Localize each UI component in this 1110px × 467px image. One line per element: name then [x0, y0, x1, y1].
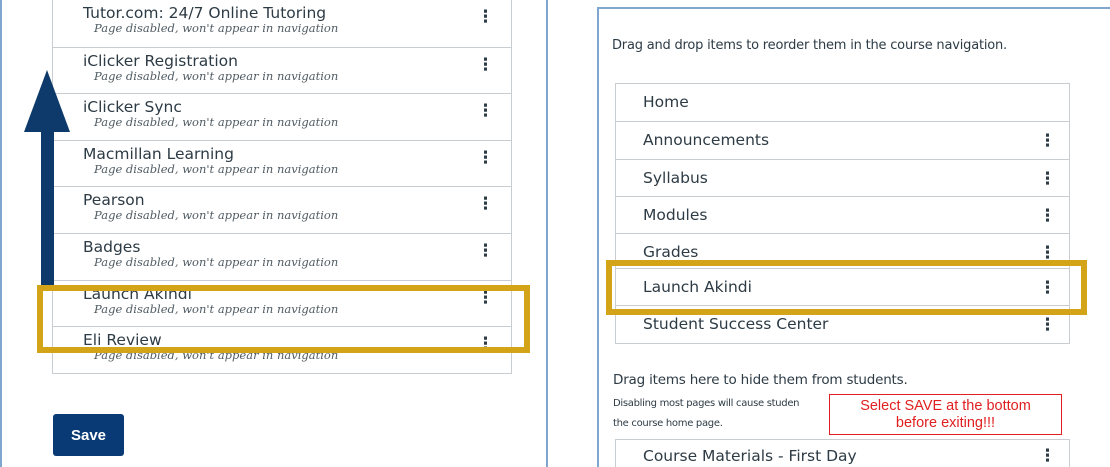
kebab-menu-icon[interactable]: ⋮	[477, 8, 494, 26]
item-status: Page disabled, won't appear in navigatio…	[94, 254, 339, 269]
item-title: Pearson	[83, 191, 145, 210]
kebab-menu-icon[interactable]: ⋮	[477, 242, 494, 260]
save-button[interactable]: Save	[53, 414, 124, 456]
kebab-menu-icon[interactable]: ⋮	[477, 289, 494, 307]
nav-item-label: Modules	[643, 205, 708, 224]
kebab-menu-icon[interactable]: ⋮	[477, 335, 494, 353]
nav-item-launch-akindi[interactable]: Launch Akindi ⋮	[616, 268, 1069, 305]
nav-item-modules[interactable]: Modules ⋮	[616, 195, 1069, 233]
item-status: Page disabled, won't appear in navigatio…	[94, 21, 339, 35]
nav-item-label: Home	[643, 93, 689, 111]
list-item[interactable]: Macmillan Learning Page disabled, won't …	[53, 139, 511, 187]
nav-item-announcements[interactable]: Announcements ⋮	[616, 121, 1069, 158]
kebab-menu-icon[interactable]: ⋮	[1039, 316, 1056, 334]
nav-item-label: Announcements	[643, 131, 770, 150]
nav-item-syllabus[interactable]: Syllabus ⋮	[616, 158, 1069, 196]
item-title: iClicker Registration	[83, 51, 238, 70]
callout-line: before exiting!!!	[895, 415, 996, 431]
nav-item-label: Student Success Center	[643, 315, 829, 334]
up-arrow-annotation-icon	[24, 70, 70, 290]
item-title: Macmillan Learning	[83, 144, 234, 163]
disabling-note: Disabling most pages will cause studen	[613, 398, 800, 409]
reorder-instruction: Drag and drop items to reorder them in t…	[612, 38, 1007, 53]
kebab-menu-icon[interactable]: ⋮	[1039, 279, 1056, 297]
kebab-menu-icon[interactable]: ⋮	[1039, 170, 1056, 188]
hide-instruction: Drag items here to hide them from studen…	[613, 372, 908, 388]
nav-item-label: Syllabus	[643, 168, 708, 187]
kebab-menu-icon[interactable]: ⋮	[477, 149, 494, 167]
item-status: Page disabled, won't appear in navigatio…	[94, 348, 339, 363]
item-title: Badges	[83, 237, 141, 256]
callout-line: Select SAVE at the bottom	[860, 398, 1031, 414]
item-status: Page disabled, won't appear in navigatio…	[94, 208, 339, 223]
nav-item-label: Launch Akindi	[643, 278, 752, 297]
list-item[interactable]: iClicker Sync Page disabled, won't appea…	[53, 93, 511, 140]
list-item[interactable]: Eli Review Page disabled, won't appear i…	[53, 326, 511, 373]
disabled-items-list: Tutor.com: 24/7 Online Tutoring Page dis…	[52, 0, 512, 374]
item-status: Page disabled, won't appear in navigatio…	[94, 115, 339, 130]
disabling-note-continued: the course home page.	[613, 418, 723, 429]
list-item[interactable]: Badges Page disabled, won't appear in na…	[53, 232, 511, 280]
kebab-menu-icon[interactable]: ⋮	[1039, 207, 1056, 225]
nav-item-grades[interactable]: Grades ⋮	[616, 233, 1069, 268]
kebab-menu-icon[interactable]: ⋮	[477, 56, 494, 74]
item-status: Page disabled, won't appear in navigatio…	[94, 68, 339, 83]
nav-item-label: Course Materials - First Day	[643, 447, 857, 465]
enabled-nav-list: Home Announcements ⋮ Syllabus ⋮ Modules …	[615, 83, 1070, 344]
nav-item-home[interactable]: Home	[616, 84, 1069, 121]
item-status: Page disabled, won't appear in navigatio…	[94, 301, 339, 316]
kebab-menu-icon[interactable]: ⋮	[1039, 244, 1056, 262]
item-title: iClicker Sync	[83, 98, 182, 117]
kebab-menu-icon[interactable]: ⋮	[1039, 132, 1056, 150]
item-title: Launch Akindi	[83, 284, 192, 303]
item-title: Tutor.com: 24/7 Online Tutoring	[83, 4, 327, 22]
list-item[interactable]: iClicker Registration Page disabled, won…	[53, 46, 511, 94]
kebab-menu-icon[interactable]: ⋮	[477, 102, 494, 120]
list-item[interactable]: Tutor.com: 24/7 Online Tutoring Page dis…	[53, 0, 511, 47]
list-item[interactable]: Pearson Page disabled, won't appear in n…	[53, 186, 511, 233]
save-reminder-callout: Select SAVE at the bottom before exiting…	[829, 394, 1062, 435]
nav-item-student-success-center[interactable]: Student Success Center ⋮	[616, 305, 1069, 342]
nav-item-label: Grades	[643, 243, 699, 262]
kebab-menu-icon[interactable]: ⋮	[477, 195, 494, 213]
kebab-menu-icon[interactable]: ⋮	[1039, 447, 1056, 465]
item-title: Eli Review	[83, 331, 162, 350]
item-status: Page disabled, won't appear in navigatio…	[94, 161, 339, 176]
list-item[interactable]: Launch Akindi Page disabled, won't appea…	[53, 279, 511, 327]
hidden-nav-list-item[interactable]: Course Materials - First Day ⋮	[615, 439, 1070, 467]
